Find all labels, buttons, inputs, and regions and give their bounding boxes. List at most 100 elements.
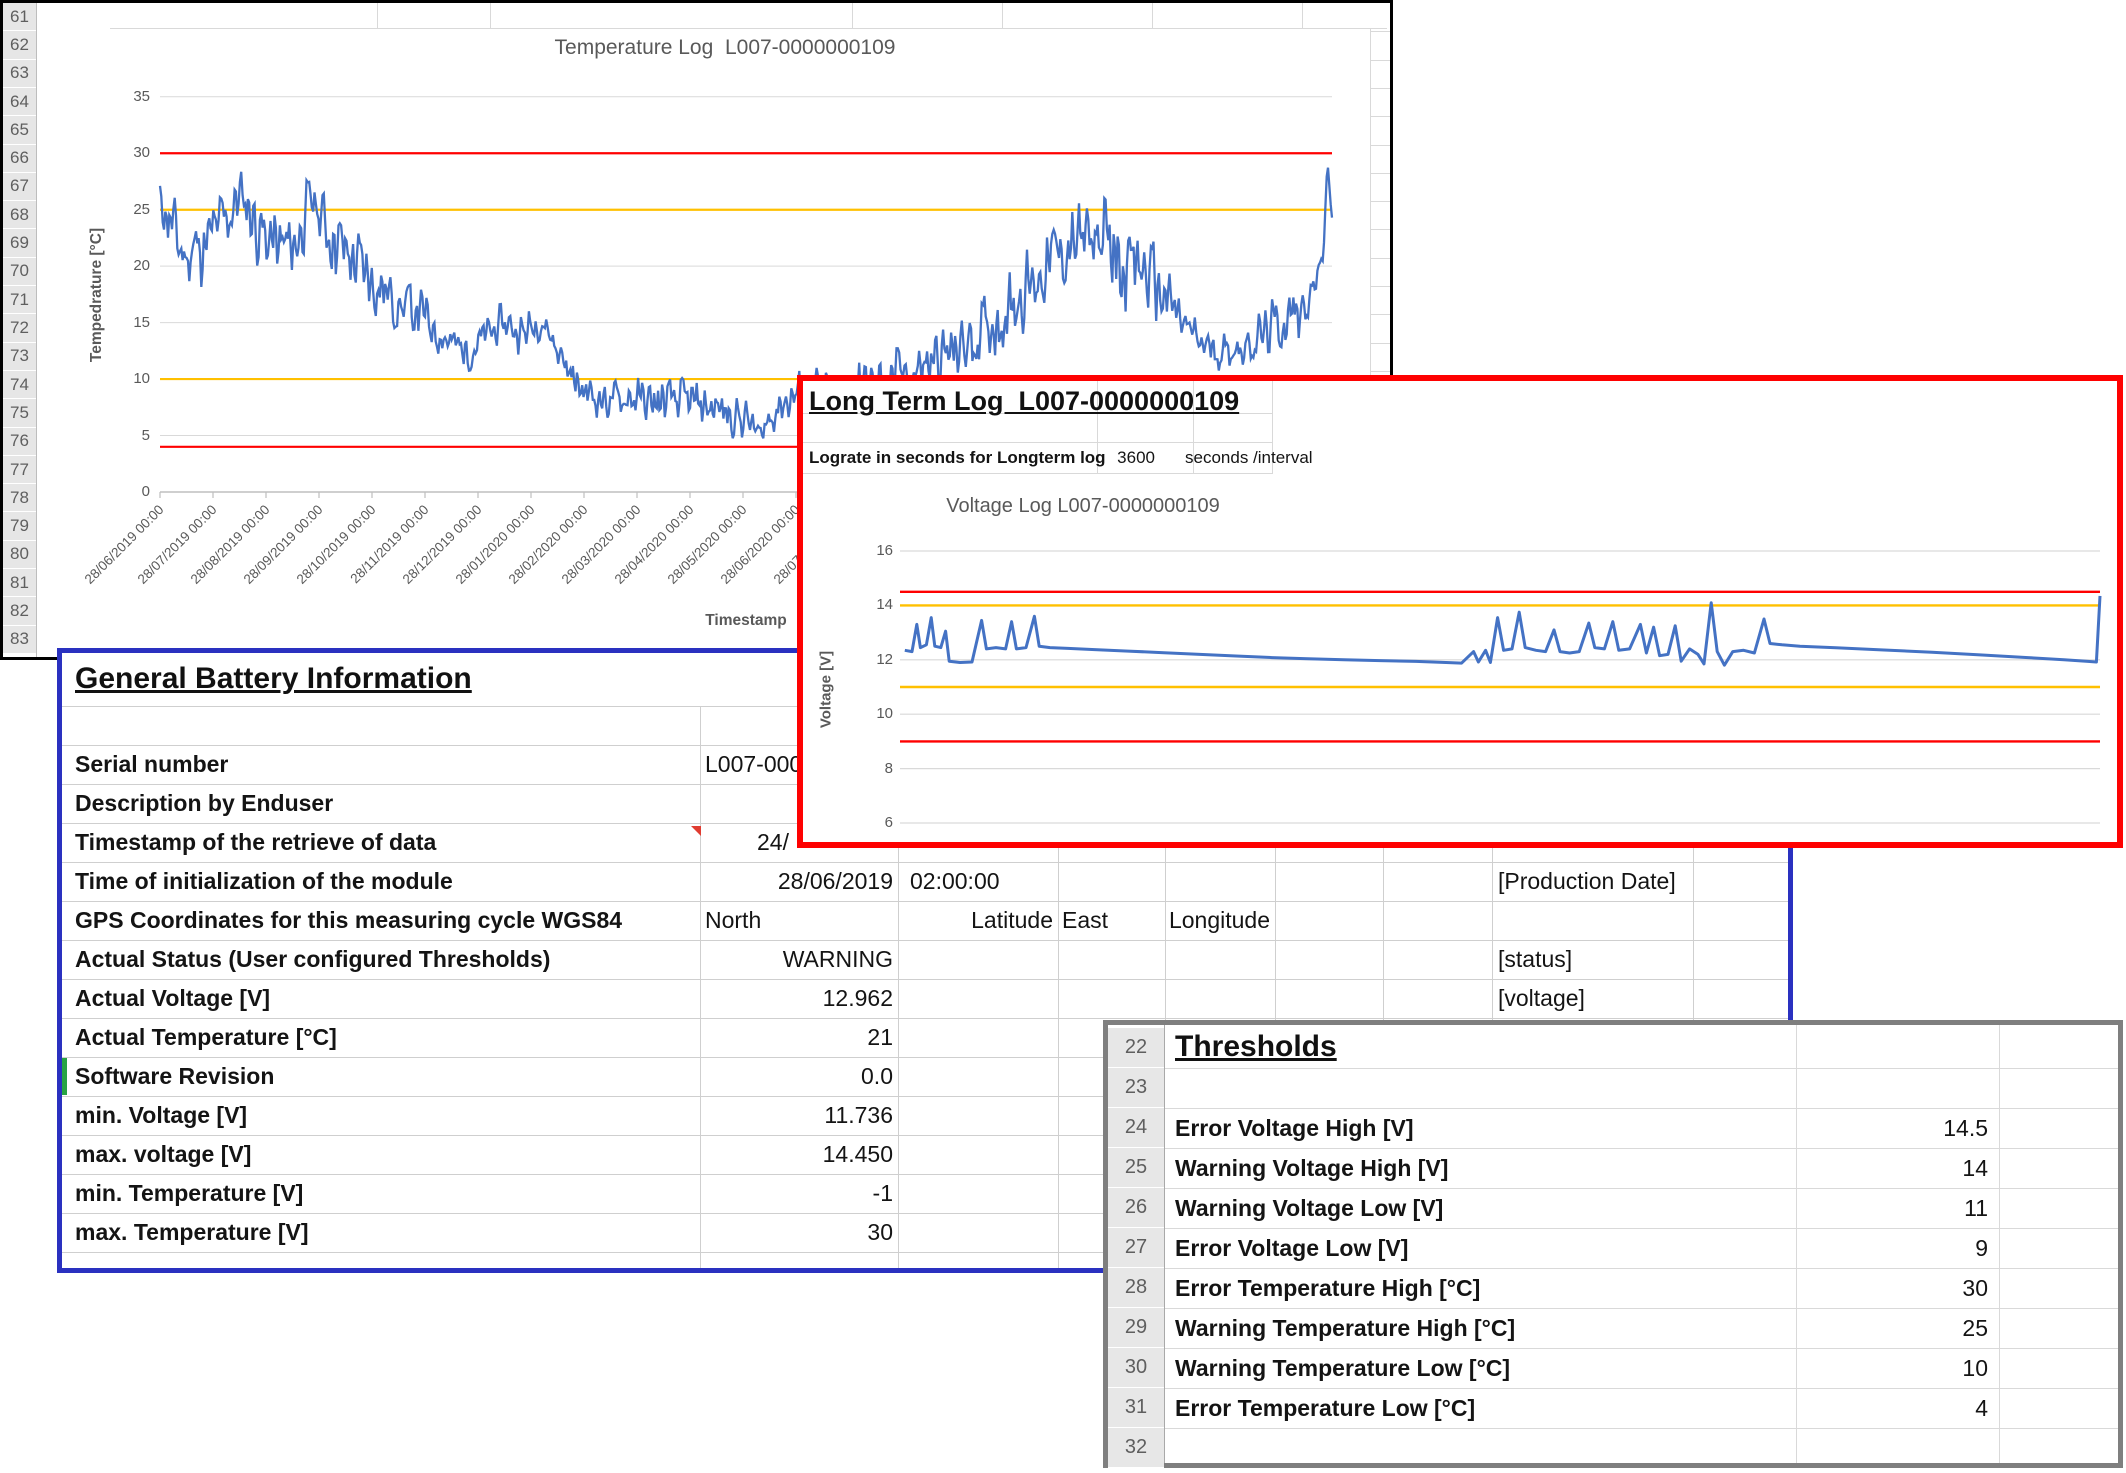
row-header-cell[interactable]: 73 <box>3 343 36 371</box>
row-value[interactable]: 25 <box>1798 1308 1988 1348</box>
row-header-cell[interactable]: 62 <box>3 31 36 59</box>
row-gridline <box>1370 116 1390 117</box>
battery-info-title[interactable]: General Battery Information <box>75 655 472 703</box>
row-header-cell[interactable]: 78 <box>3 484 36 512</box>
row-value[interactable]: 14 <box>1798 1148 1988 1188</box>
row-gridline <box>1370 173 1390 174</box>
row-value-4[interactable]: Longitude <box>1130 901 1270 940</box>
row-value[interactable]: 24/ <box>757 823 789 862</box>
row-label[interactable]: Timestamp of the retrieve of data <box>75 823 436 862</box>
screenshot-root: 6162636465666768697071727374757677787980… <box>0 0 2126 1473</box>
row-header-cell[interactable]: 61 <box>3 3 36 31</box>
row-value-3[interactable]: East <box>1062 901 1108 940</box>
row-gridline <box>1370 201 1390 202</box>
row-value[interactable]: 30 <box>703 1213 893 1252</box>
row-header-cell[interactable]: 67 <box>3 173 36 201</box>
row-label[interactable]: min. Voltage [V] <box>75 1096 247 1135</box>
row-header-cell[interactable]: 64 <box>3 88 36 116</box>
row-header-cell[interactable]: 81 <box>3 569 36 597</box>
row-label[interactable]: Warning Voltage High [V] <box>1175 1148 1448 1188</box>
row-header-cell[interactable]: 80 <box>3 541 36 569</box>
thresholds-title[interactable]: Thresholds <box>1175 1025 1337 1069</box>
table-row: Actual Status (User configured Threshold… <box>62 940 1788 979</box>
row-label[interactable]: Error Voltage High [V] <box>1175 1108 1414 1148</box>
row-value[interactable]: 12.962 <box>703 979 893 1018</box>
row-gridline <box>1165 1428 2118 1429</box>
lograte-label[interactable]: Lograte in seconds for Longterm log <box>809 443 1106 473</box>
row-label[interactable]: GPS Coordinates for this measuring cycle… <box>75 901 622 940</box>
table-row: Warning Temperature Low [°C] 10 <box>1108 1348 2118 1388</box>
row-gridline <box>1370 229 1390 230</box>
y-tick-label: 5 <box>110 427 150 444</box>
row-value[interactable]: 14.450 <box>703 1135 893 1174</box>
lograte-value[interactable]: 3600 <box>1083 443 1155 473</box>
row-label[interactable]: min. Temperature [V] <box>75 1174 303 1213</box>
row-header-cell[interactable]: 63 <box>3 60 36 88</box>
row-label[interactable]: Actual Temperature [°C] <box>75 1018 337 1057</box>
row-label[interactable]: Warning Voltage Low [V] <box>1175 1188 1443 1228</box>
row-value[interactable]: 21 <box>703 1018 893 1057</box>
row-header-cell[interactable]: 69 <box>3 229 36 257</box>
placeholder-tag[interactable]: [voltage] <box>1498 979 1585 1018</box>
row-value[interactable]: 30 <box>1798 1268 1988 1308</box>
row-label[interactable]: Warning Temperature High [°C] <box>1175 1308 1515 1348</box>
long-term-log-title[interactable]: Long Term Log L007-0000000109 <box>809 383 1239 419</box>
row-label[interactable]: Serial number <box>75 745 228 784</box>
row-value[interactable]: 10 <box>1798 1348 1988 1388</box>
row-header-cell[interactable]: 22 <box>1108 1028 1164 1068</box>
row-label[interactable]: max. voltage [V] <box>75 1135 251 1174</box>
row-header-cell[interactable]: 32 <box>1108 1428 1164 1468</box>
row-value[interactable]: 11 <box>1798 1188 1988 1228</box>
row-value[interactable]: WARNING <box>703 940 893 979</box>
row-value[interactable]: North <box>705 901 761 940</box>
row-gridline <box>1370 314 1390 315</box>
row-header-cell[interactable]: 70 <box>3 258 36 286</box>
row-label[interactable]: Actual Status (User configured Threshold… <box>75 940 550 979</box>
row-header-cell[interactable]: 76 <box>3 428 36 456</box>
row-value[interactable]: 0.0 <box>703 1057 893 1096</box>
row-gridline <box>1370 145 1390 146</box>
row-value[interactable]: 9 <box>1798 1228 1988 1268</box>
row-gridline <box>1370 88 1390 89</box>
long-term-log-panel: Long Term Log L007-0000000109 Lograte in… <box>797 375 2123 848</box>
voltage-line-chart[interactable] <box>803 485 2117 842</box>
row-label[interactable]: Error Temperature Low [°C] <box>1175 1388 1475 1428</box>
row-value-2[interactable]: Latitude <box>903 901 1053 940</box>
y-tick-label: 14 <box>853 596 893 613</box>
row-header-cell[interactable]: 65 <box>3 116 36 144</box>
row-value[interactable]: 4 <box>1798 1388 1988 1428</box>
row-label[interactable]: max. Temperature [V] <box>75 1213 308 1252</box>
table-row: Actual Voltage [V] 12.962 [voltage] <box>62 979 1788 1018</box>
row-label[interactable]: Error Temperature High [°C] <box>1175 1268 1480 1308</box>
lograte-unit[interactable]: seconds /interval <box>1185 443 1313 473</box>
row-value[interactable]: 28/06/2019 <box>703 862 893 901</box>
row-header-cell[interactable]: 71 <box>3 286 36 314</box>
row-header-cell[interactable]: 75 <box>3 399 36 427</box>
y-tick-label: 25 <box>110 201 150 218</box>
row-header-cell[interactable]: 77 <box>3 456 36 484</box>
row-value[interactable]: 14.5 <box>1798 1108 1988 1148</box>
y-tick-label: 6 <box>853 814 893 831</box>
row-label[interactable]: Actual Voltage [V] <box>75 979 270 1018</box>
row-label[interactable]: Warning Temperature Low [°C] <box>1175 1348 1510 1388</box>
row-header-cell[interactable]: 82 <box>3 597 36 625</box>
row-value[interactable]: 11.736 <box>703 1096 893 1135</box>
y-tick-label: 0 <box>110 483 150 500</box>
row-gridline <box>1370 371 1390 372</box>
row-header-divider <box>36 3 37 657</box>
row-header-cell[interactable]: 74 <box>3 371 36 399</box>
placeholder-tag[interactable]: [Production Date] <box>1498 862 1676 901</box>
row-label[interactable]: Error Voltage Low [V] <box>1175 1228 1408 1268</box>
row-header-cell[interactable]: 68 <box>3 201 36 229</box>
row-label[interactable]: Time of initialization of the module <box>75 862 453 901</box>
row-gridline <box>1370 343 1390 344</box>
row-label[interactable]: Description by Enduser <box>75 784 333 823</box>
row-value-2[interactable]: 02:00:00 <box>910 862 1000 901</box>
row-header-cell[interactable]: 66 <box>3 145 36 173</box>
row-label[interactable]: Software Revision <box>75 1057 274 1096</box>
row-header-cell[interactable]: 72 <box>3 314 36 342</box>
placeholder-tag[interactable]: [status] <box>1498 940 1572 979</box>
row-value[interactable]: -1 <box>703 1174 893 1213</box>
row-header-cell[interactable]: 23 <box>1108 1068 1164 1108</box>
row-header-cell[interactable]: 79 <box>3 512 36 540</box>
